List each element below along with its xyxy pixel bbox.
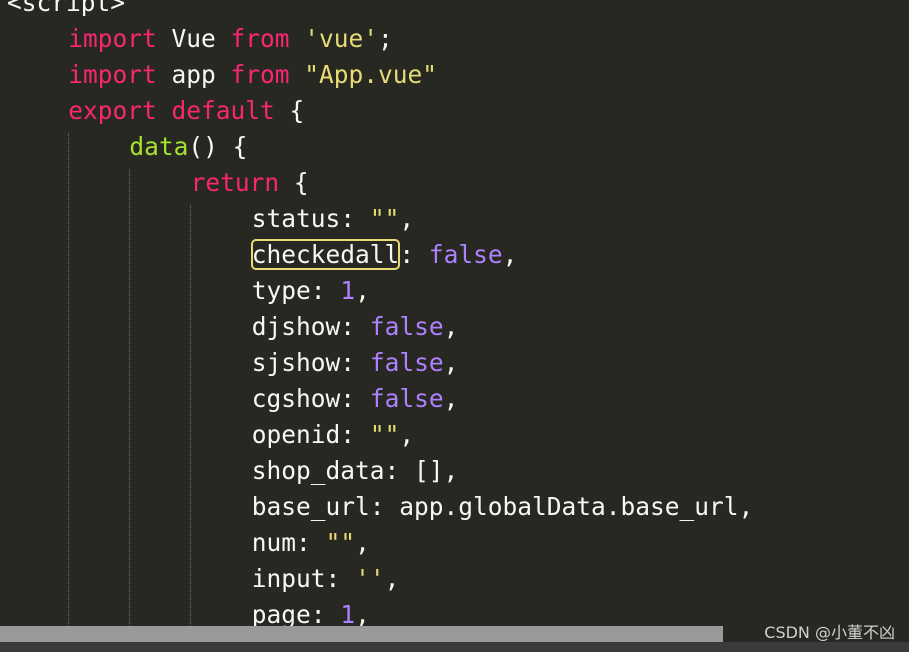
code-token: base_url: app.globalData.base_url, xyxy=(251,492,754,521)
code-line[interactable]: import app from "App.vue" xyxy=(68,57,437,93)
scrollbar-thumb[interactable] xyxy=(0,626,723,642)
indent-guide xyxy=(68,133,69,626)
code-line[interactable]: sjshow: false, xyxy=(252,345,459,381)
code-token: , xyxy=(502,240,518,269)
code-token: Vue xyxy=(156,24,231,53)
code-editor[interactable]: <script> import Vue from 'vue'; import app… xyxy=(0,0,909,626)
code-line[interactable]: cgshow: false, xyxy=(252,381,459,417)
code-token: 1 xyxy=(340,600,356,626)
code-token: '' xyxy=(355,564,385,593)
code-token: { xyxy=(274,96,305,125)
code-line[interactable]: import Vue from 'vue'; xyxy=(68,21,393,57)
code-token: openid: xyxy=(251,420,370,449)
code-token: default xyxy=(171,96,275,125)
code-line[interactable]: djshow: false, xyxy=(252,309,459,345)
code-line[interactable]: return { xyxy=(191,165,309,201)
code-token: , xyxy=(355,600,370,626)
code-token: cgshow: xyxy=(251,384,370,413)
code-line[interactable]: <script> xyxy=(7,0,125,21)
code-token: type: xyxy=(251,276,341,305)
code-token: false xyxy=(369,384,444,413)
code-token: , xyxy=(399,420,415,449)
code-token: return xyxy=(190,168,280,197)
code-line[interactable]: base_url: app.globalData.base_url, xyxy=(252,489,754,525)
highlighted-token: checkedall xyxy=(250,239,401,270)
code-token: app xyxy=(156,60,231,89)
code-token: sjshow: xyxy=(251,348,370,377)
code-token: , xyxy=(443,384,459,413)
watermark: CSDN @小董不凶 xyxy=(764,623,895,642)
code-line[interactable]: page: 1, xyxy=(252,597,370,626)
code-token: false xyxy=(369,348,444,377)
code-token: , xyxy=(443,348,459,377)
code-token: , xyxy=(399,204,415,233)
code-token: "" xyxy=(369,420,400,449)
code-token: data xyxy=(129,132,189,161)
code-token: "App.vue" xyxy=(304,60,438,89)
code-line[interactable]: checkedall: false, xyxy=(250,237,518,273)
code-token: , xyxy=(355,528,370,557)
code-line[interactable]: shop_data: [], xyxy=(252,453,459,489)
code-token: page: xyxy=(251,600,341,626)
code-line[interactable]: num: "", xyxy=(252,525,370,561)
code-token: "" xyxy=(369,204,400,233)
code-token: false xyxy=(428,240,503,269)
code-token: 1 xyxy=(340,276,356,305)
code-token: djshow: xyxy=(251,312,370,341)
code-line[interactable]: data() { xyxy=(129,129,247,165)
code-line[interactable]: export default { xyxy=(68,93,304,129)
code-token: { xyxy=(279,168,309,197)
code-token: <script> xyxy=(7,0,126,17)
code-token: export xyxy=(68,96,157,125)
code-token: num: xyxy=(251,528,326,557)
code-token: ; xyxy=(378,24,393,53)
code-token: "" xyxy=(325,528,356,557)
code-token: : xyxy=(399,240,429,269)
code-line[interactable]: openid: "", xyxy=(252,417,414,453)
code-token: from xyxy=(230,24,290,53)
code-token: , xyxy=(443,312,459,341)
code-token: , xyxy=(355,276,370,305)
code-token: , xyxy=(384,564,400,593)
indent-guide xyxy=(190,205,191,626)
indent-guide xyxy=(129,169,130,626)
code-token: import xyxy=(68,60,157,89)
code-line[interactable]: input: '', xyxy=(252,561,400,597)
code-token: input: xyxy=(251,564,356,593)
code-token: () { xyxy=(188,132,248,161)
code-token: status: xyxy=(251,204,370,233)
code-token: import xyxy=(68,24,157,53)
code-token: from xyxy=(230,60,290,89)
code-token: false xyxy=(369,312,444,341)
code-token: 'vue' xyxy=(304,24,379,53)
code-token: shop_data: [], xyxy=(251,456,459,485)
code-line[interactable]: status: "", xyxy=(252,201,414,237)
code-line[interactable]: type: 1, xyxy=(252,273,370,309)
